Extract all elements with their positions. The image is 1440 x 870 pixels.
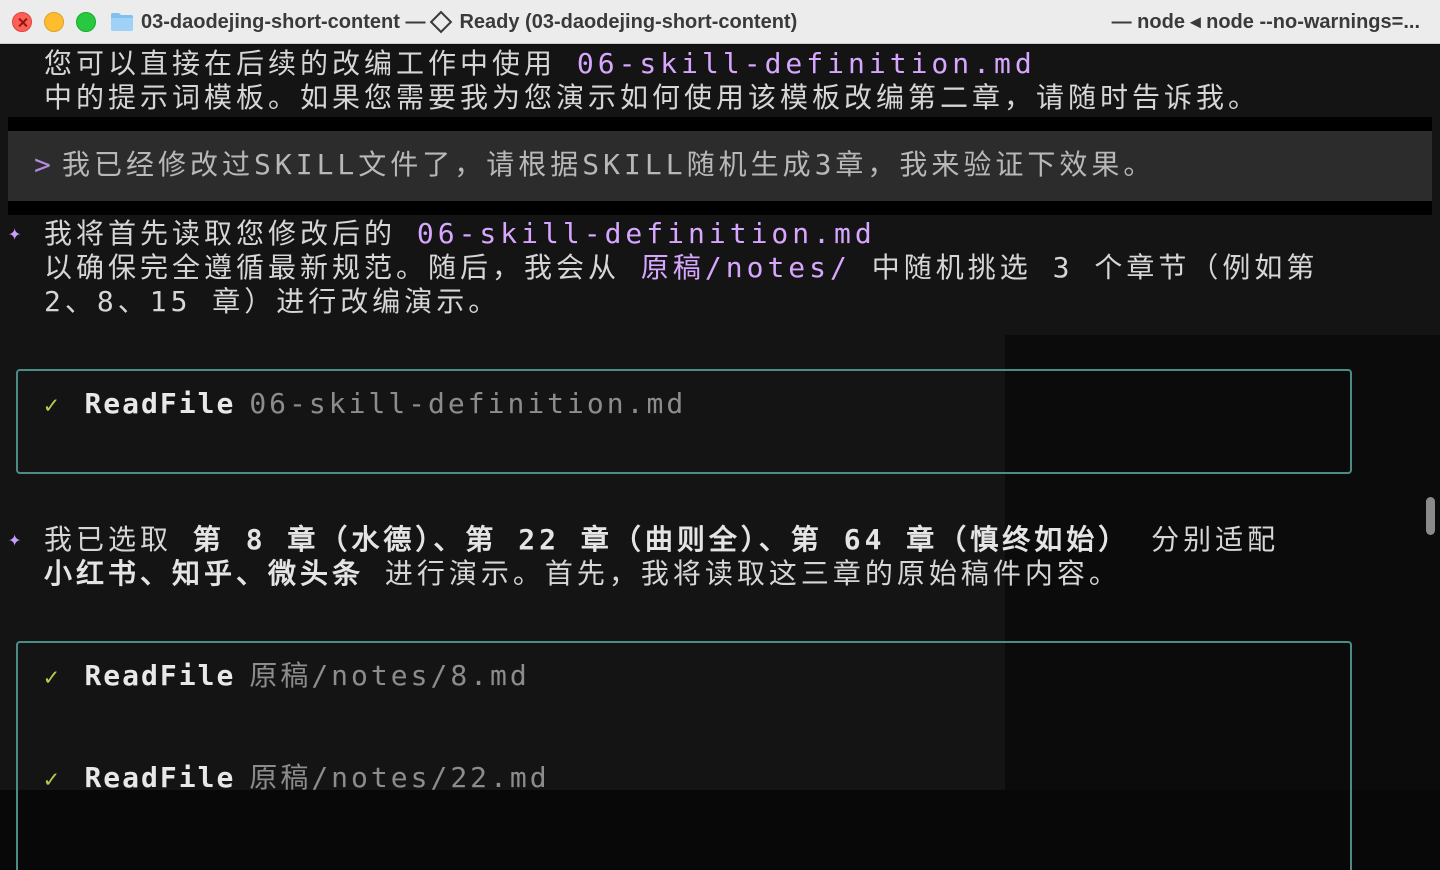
tool-call-box: ✓ ReadFile 06-skill-definition.md xyxy=(16,369,1352,474)
terminal-output[interactable]: 您可以直接在后续的改编工作中使用 06-skill-definition.md … xyxy=(0,45,1440,870)
sparkle-icon: ✦ xyxy=(8,527,22,552)
window-title: 03-daodejing-short-content — Ready (03-da… xyxy=(141,10,797,34)
assistant-line: 我将首先读取您修改后的 06-skill-definition.md xyxy=(44,217,876,250)
check-icon: ✓ xyxy=(44,765,59,793)
output-line: 您可以直接在后续的改编工作中使用 06-skill-definition.md xyxy=(44,47,1036,80)
separator xyxy=(8,117,1432,131)
diamond-icon xyxy=(430,10,453,34)
user-prompt[interactable]: > 我已经修改过SKILL文件了，请根据SKILL随机生成3章，我来验证下效果。 xyxy=(8,131,1432,201)
tool-name: ReadFile xyxy=(84,761,236,794)
window-title-process: — node ◂ node --no-warnings=... xyxy=(1111,11,1420,33)
tool-call-box: ✓ ReadFile 原稿/notes/8.md ✓ ReadFile 原稿/notes… xyxy=(16,641,1352,870)
minimize-window-button[interactable] xyxy=(44,12,64,32)
prompt-text: 我已经修改过SKILL文件了，请根据SKILL随机生成3章，我来验证下效果。 xyxy=(62,148,1156,181)
assistant-line: 以确保完全遵循最新规范。随后，我会从 原稿/notes/ 中随机挑选 3 个章节… xyxy=(44,251,1319,284)
folder-icon xyxy=(111,13,133,31)
tool-name: ReadFile xyxy=(84,387,236,420)
window-title-status: Ready (03-daodejing-short-content) xyxy=(459,11,798,33)
close-window-button[interactable] xyxy=(12,12,32,32)
output-line: 中的提示词模板。如果您需要我为您演示如何使用该模板改编第二章，请随时告诉我。 xyxy=(44,81,1261,114)
tool-call-row: ✓ ReadFile 原稿/notes/22.md xyxy=(44,761,550,796)
tool-call-row: ✓ ReadFile 06-skill-definition.md xyxy=(44,387,686,422)
title-bar[interactable]: 03-daodejing-short-content — Ready (03-da… xyxy=(0,0,1440,44)
terminal-window: 03-daodejing-short-content — Ready (03-da… xyxy=(0,0,1440,870)
path-name: 原稿/notes/ xyxy=(640,251,851,284)
tool-argument: 原稿/notes/8.md xyxy=(249,659,530,692)
window-title-folder: 03-daodejing-short-content — xyxy=(141,11,426,33)
file-name: 06-skill-definition.md xyxy=(416,217,876,250)
assistant-line: 2、8、15 章）进行改编演示。 xyxy=(44,285,501,318)
check-icon: ✓ xyxy=(44,663,59,691)
zoom-window-button[interactable] xyxy=(76,12,96,32)
assistant-line: 我已选取 第 8 章（水德）、第 22 章（曲则全）、第 64 章（慎终如始） … xyxy=(44,523,1280,556)
tool-call-row: ✓ ReadFile 原稿/notes/8.md xyxy=(44,659,530,694)
assistant-line: 小红书、知乎、微头条 进行演示。首先，我将读取这三章的原始稿件内容。 xyxy=(44,557,1121,590)
prompt-caret-icon: > xyxy=(34,148,51,181)
bold-text: 第 8 章（水德）、第 22 章（曲则全）、第 64 章（慎终如始） xyxy=(192,523,1131,556)
tool-name: ReadFile xyxy=(84,659,236,692)
tool-argument: 原稿/notes/22.md xyxy=(249,761,550,794)
bold-text: 小红书、知乎、微头条 xyxy=(44,557,365,590)
tool-argument: 06-skill-definition.md xyxy=(249,387,687,420)
sparkle-icon: ✦ xyxy=(8,221,22,246)
separator xyxy=(8,201,1432,215)
check-icon: ✓ xyxy=(44,391,59,419)
scrollbar-thumb[interactable] xyxy=(1426,497,1435,535)
file-name: 06-skill-definition.md xyxy=(576,47,1036,80)
